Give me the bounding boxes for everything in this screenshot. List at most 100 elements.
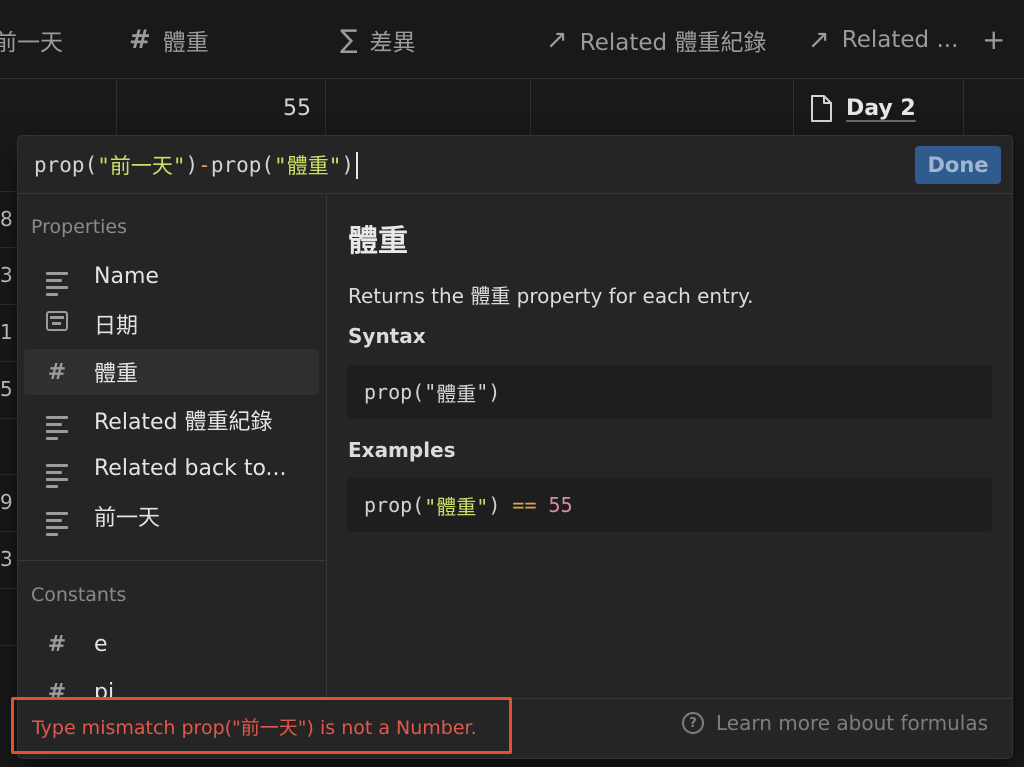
row-divider <box>0 191 18 192</box>
property-label: Name <box>94 263 159 289</box>
weight-cell[interactable]: 55 <box>117 80 311 136</box>
column-label: Related 體重紀錄 <box>579 29 767 56</box>
constant-item-e[interactable]: # e <box>24 621 319 667</box>
row-peek-value: 9 <box>0 490 13 514</box>
constant-item-pi[interactable]: # pi <box>24 669 319 699</box>
formula-input-bar: prop("前一天") - prop("體重") Done <box>18 136 1012 194</box>
row-peek-value: 1 <box>0 320 13 344</box>
number-icon: # <box>47 359 67 385</box>
number-icon: # <box>47 631 67 657</box>
weight-value: 55 <box>283 95 311 121</box>
formula-token: ) <box>341 153 354 177</box>
add-column-button[interactable]: + <box>982 0 1005 79</box>
detail-title: 體重 <box>348 224 408 259</box>
example-code-block: prop("體重") == 55 <box>347 478 992 532</box>
formula-editor-modal: prop("前一天") - prop("體重") Done Properties N… <box>18 136 1012 758</box>
number-icon: # <box>129 24 151 55</box>
cell-divider <box>325 80 326 136</box>
code-token: prop( <box>364 493 425 517</box>
examples-heading: Examples <box>348 438 456 462</box>
arrow-up-right-icon: ↗ <box>808 24 830 55</box>
column-header-weight[interactable]: # 體重 <box>129 0 209 79</box>
error-message: Type mismatch prop("前一天") is not a Numbe… <box>32 717 477 739</box>
row-peek-value: 3 <box>0 263 13 287</box>
row-divider <box>0 645 18 646</box>
row-peek-value: 5 <box>0 377 13 401</box>
column-label: 差異 <box>369 29 416 56</box>
column-header-difference[interactable]: ∑ 差異 <box>340 0 416 79</box>
detail-description: Returns the 體重 property for each entry. <box>348 284 754 308</box>
property-label: 體重 <box>94 362 139 387</box>
column-label: 前一天 <box>0 29 63 56</box>
code-token: 體重 <box>436 381 477 406</box>
row-divider <box>0 474 18 475</box>
calendar-icon <box>44 311 70 337</box>
property-item-related-weight-log[interactable]: Related 體重紀錄 <box>24 397 319 443</box>
arrow-up-right-icon: ↗ <box>546 24 568 55</box>
cell-divider <box>793 80 794 136</box>
code-token: ") <box>476 380 501 404</box>
formula-operator-token: - <box>198 153 211 177</box>
row-peek-value: 3 <box>0 547 13 571</box>
property-item-related-back[interactable]: Related back to... <box>24 445 319 491</box>
learn-more-link[interactable]: ? Learn more about formulas <box>681 711 988 735</box>
related-page-cell[interactable]: Day 2 <box>810 80 916 136</box>
syntax-heading: Syntax <box>348 324 426 348</box>
cell-divider <box>963 80 964 136</box>
text-lines-icon <box>44 448 70 488</box>
constant-label: pi <box>94 679 115 699</box>
formula-string-token: "體重" <box>274 154 342 178</box>
property-item-weight[interactable]: # 體重 <box>24 349 319 395</box>
formula-footer: Type mismatch prop("前一天") is not a Numbe… <box>18 698 1012 758</box>
row-divider <box>0 418 18 419</box>
formula-token: prop( <box>210 153 275 177</box>
formula-sidebar: Properties Name 日期 # 體重 Related 體重紀錄 Rel… <box>18 194 327 698</box>
code-token: ) <box>488 493 501 517</box>
sigma-icon: ∑ <box>340 24 358 55</box>
property-item-name[interactable]: Name <box>24 253 319 299</box>
column-header-prev-day[interactable]: 前一天 <box>0 0 63 79</box>
code-string-token: "體重" <box>424 494 489 519</box>
property-label: 前一天 <box>94 506 161 531</box>
property-detail-panel: 體重 Returns the 體重 property for each entr… <box>328 194 1012 698</box>
row-divider <box>0 531 18 532</box>
row-divider <box>0 361 18 362</box>
formula-input[interactable]: prop("前一天") - prop("體重") <box>34 136 358 194</box>
row-divider <box>0 247 18 248</box>
column-header-related-more[interactable]: ↗ Related ... <box>808 0 958 79</box>
column-label: Related ... <box>841 26 959 53</box>
text-lines-icon <box>44 256 70 296</box>
column-header-related-weight-log[interactable]: ↗ Related 體重紀錄 <box>546 0 766 79</box>
page-title[interactable]: Day 2 <box>846 96 916 121</box>
property-item-prev-day[interactable]: 前一天 <box>24 493 319 539</box>
row-peek-value: 8 <box>0 207 13 231</box>
property-item-date[interactable]: 日期 <box>24 301 319 347</box>
text-lines-icon <box>44 400 70 440</box>
text-lines-icon <box>44 496 70 536</box>
row-divider <box>0 588 18 589</box>
constant-label: e <box>94 631 108 657</box>
property-label: Related back to... <box>94 455 287 481</box>
constants-section-title: Constants <box>31 584 127 606</box>
learn-more-label: Learn more about formulas <box>715 711 988 735</box>
code-number-token: 55 <box>548 493 573 517</box>
cell-divider <box>530 80 531 136</box>
help-icon: ? <box>681 712 704 734</box>
section-divider <box>18 560 326 561</box>
syntax-code-block: prop(" 體重 ") <box>347 365 992 419</box>
formula-token: prop( <box>34 153 98 177</box>
table-header-row: 前一天 # 體重 ∑ 差異 ↗ Related 體重紀錄 ↗ Related .… <box>0 0 1024 79</box>
number-icon: # <box>47 679 67 699</box>
done-button[interactable]: Done <box>915 146 1001 184</box>
row-divider <box>0 304 18 305</box>
code-operator-token: == <box>500 493 549 517</box>
formula-string-token: "前一天" <box>97 154 186 178</box>
column-label: 體重 <box>162 29 209 56</box>
property-label: 日期 <box>94 314 139 339</box>
formula-token: ) <box>185 153 199 177</box>
properties-section-title: Properties <box>31 216 128 238</box>
code-token: prop(" <box>364 380 437 404</box>
text-caret <box>356 151 358 179</box>
plus-icon: + <box>982 23 1006 56</box>
page-icon <box>811 94 832 122</box>
